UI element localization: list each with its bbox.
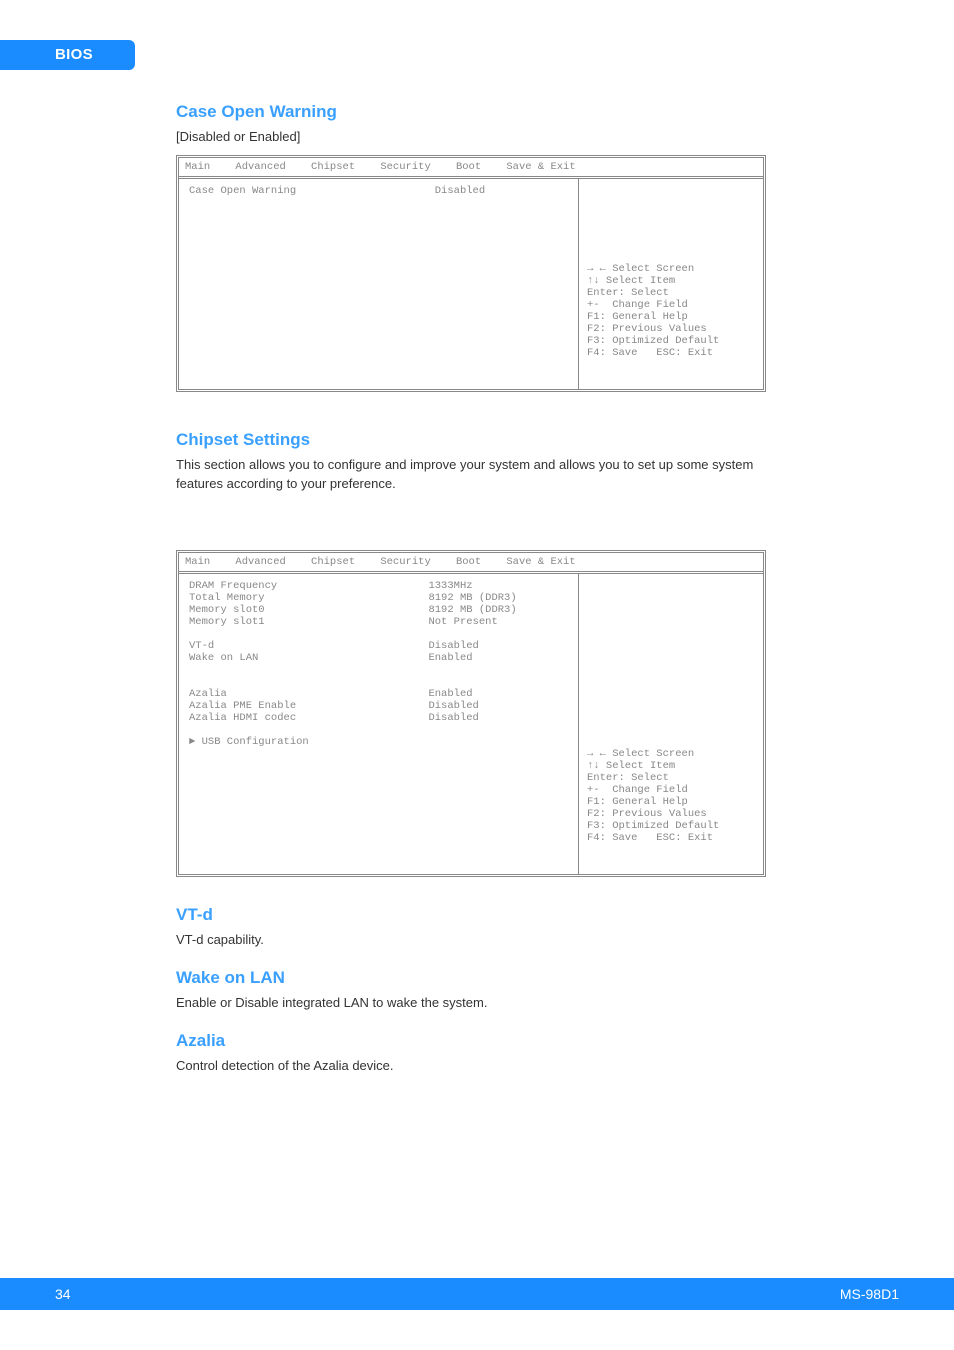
bios-right-1: → ← Select Screen ↑↓ Select Item Enter: …	[578, 179, 763, 389]
case-open-title: Case Open Warning	[176, 102, 796, 122]
vtd-title: VT-d	[176, 905, 796, 925]
bios-left-2: DRAM Frequency 1333MHz Total Memory 8192…	[179, 574, 578, 874]
bios-help-2: → ← Select Screen ↑↓ Select Item Enter: …	[587, 748, 757, 844]
vtd-desc: VT-d capability.	[176, 931, 796, 950]
chipset-desc: This section allows you to configure and…	[176, 456, 796, 494]
bios-box-1: Main Advanced Chipset Security Boot Save…	[176, 155, 766, 392]
footer-product: MS-98D1	[840, 1278, 954, 1310]
bios-right-spacer	[587, 209, 757, 239]
bios-right-2: → ← Select Screen ↑↓ Select Item Enter: …	[578, 574, 763, 874]
chipset-title: Chipset Settings	[176, 430, 796, 450]
wol-title: Wake on LAN	[176, 968, 796, 988]
azalia-title: Azalia	[176, 1031, 796, 1051]
footer-bar: 34 MS-98D1	[0, 1278, 954, 1310]
wol-desc: Enable or Disable integrated LAN to wake…	[176, 994, 796, 1013]
bios-box-2: Main Advanced Chipset Security Boot Save…	[176, 550, 766, 877]
bios-left-1: Case Open Warning Disabled	[179, 179, 578, 389]
bios-help-1: → ← Select Screen ↑↓ Select Item Enter: …	[587, 263, 757, 359]
bios-tab: BIOS	[0, 40, 135, 70]
page-number: 34	[55, 1286, 71, 1302]
bios-right-spacer-2	[587, 604, 757, 724]
case-open-desc: [Disabled or Enabled]	[176, 128, 796, 147]
azalia-desc: Control detection of the Azalia device.	[176, 1057, 796, 1076]
bios-tabs-2: Main Advanced Chipset Security Boot Save…	[179, 553, 763, 574]
bios-tabs-1: Main Advanced Chipset Security Boot Save…	[179, 158, 763, 179]
